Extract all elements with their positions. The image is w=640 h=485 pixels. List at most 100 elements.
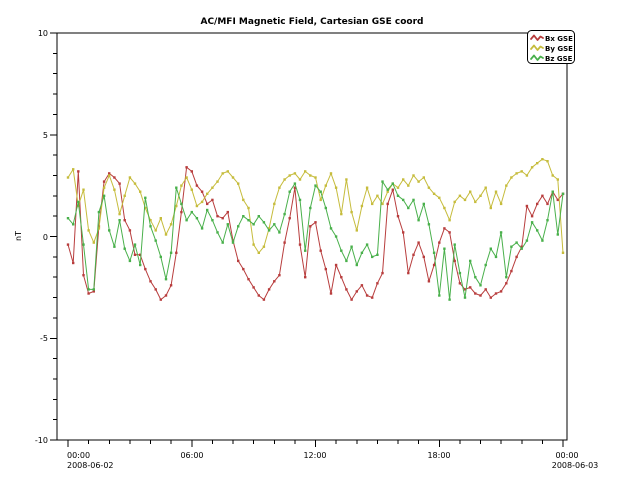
data-point	[191, 211, 193, 213]
data-point	[113, 246, 115, 248]
data-point	[175, 252, 177, 254]
plot-title: AC/MFI Magnetic Field, Cartesian GSE coo…	[200, 17, 423, 27]
data-point	[546, 160, 548, 162]
data-point	[350, 246, 352, 248]
data-point	[356, 264, 358, 266]
magnetic-field-chart: AC/MFI Magnetic Field, Cartesian GSE coo…	[0, 0, 640, 480]
data-point	[87, 229, 89, 231]
data-point	[211, 199, 213, 201]
data-point	[118, 219, 120, 221]
x-tick-label: 12:00	[303, 451, 326, 460]
data-point	[227, 211, 229, 213]
data-point	[149, 280, 151, 282]
data-point	[206, 193, 208, 195]
data-point	[222, 217, 224, 219]
data-point	[397, 195, 399, 197]
data-point	[526, 239, 528, 241]
data-point	[289, 174, 291, 176]
data-point	[185, 176, 187, 178]
data-point	[536, 162, 538, 164]
data-point	[402, 178, 404, 180]
data-point	[87, 288, 89, 290]
data-point	[438, 241, 440, 243]
data-point	[546, 203, 548, 205]
data-point	[495, 256, 497, 258]
data-point	[340, 213, 342, 215]
data-point	[510, 270, 512, 272]
data-point	[479, 195, 481, 197]
data-point	[433, 193, 435, 195]
data-point	[268, 229, 270, 231]
data-point	[294, 172, 296, 174]
data-point	[325, 207, 327, 209]
data-point	[474, 201, 476, 203]
data-point	[113, 176, 115, 178]
data-point	[196, 184, 198, 186]
data-point	[155, 288, 157, 290]
plot-area[interactable]	[57, 33, 567, 440]
data-point	[495, 292, 497, 294]
data-point	[412, 254, 414, 256]
data-point	[309, 207, 311, 209]
plot-window: AC/MFI Magnetic Field, Cartesian GSE coo…	[0, 0, 640, 480]
data-point	[464, 199, 466, 201]
data-point	[191, 170, 193, 172]
data-point	[459, 272, 461, 274]
legend[interactable]: Bx GSE By GSE Bz GSE	[528, 31, 575, 64]
data-point	[185, 219, 187, 221]
data-point	[505, 276, 507, 278]
data-point	[417, 219, 419, 221]
data-point	[93, 288, 95, 290]
data-point	[170, 223, 172, 225]
data-point	[541, 239, 543, 241]
data-point	[180, 184, 182, 186]
data-point	[134, 254, 136, 256]
data-point	[402, 231, 404, 233]
y-axis-label: nT	[14, 231, 23, 241]
data-point	[289, 191, 291, 193]
data-point	[258, 294, 260, 296]
data-point	[423, 203, 425, 205]
data-point	[412, 199, 414, 201]
data-point	[381, 180, 383, 182]
data-point	[433, 264, 435, 266]
data-point	[242, 215, 244, 217]
data-point	[273, 203, 275, 205]
data-point	[485, 264, 487, 266]
data-point	[505, 184, 507, 186]
data-point	[521, 248, 523, 250]
data-point	[227, 170, 229, 172]
data-point	[129, 260, 131, 262]
data-point	[356, 290, 358, 292]
data-point	[397, 215, 399, 217]
data-point	[557, 199, 559, 201]
data-point	[454, 243, 456, 245]
data-point	[443, 207, 445, 209]
data-point	[438, 197, 440, 199]
data-point	[510, 176, 512, 178]
data-point	[232, 176, 234, 178]
data-point	[165, 278, 167, 280]
data-point	[459, 195, 461, 197]
data-point	[196, 217, 198, 219]
data-point	[562, 193, 564, 195]
data-point	[330, 172, 332, 174]
data-point	[191, 189, 193, 191]
data-point	[309, 174, 311, 176]
data-point	[180, 203, 182, 205]
data-point	[237, 182, 239, 184]
data-point	[216, 215, 218, 217]
data-point	[185, 166, 187, 168]
data-point	[335, 187, 337, 189]
data-point	[557, 233, 559, 235]
data-point	[500, 231, 502, 233]
data-point	[160, 298, 162, 300]
data-point	[170, 252, 172, 254]
data-point	[474, 292, 476, 294]
data-point	[428, 280, 430, 282]
data-point	[67, 176, 69, 178]
data-point	[454, 201, 456, 203]
data-point	[423, 176, 425, 178]
data-point	[309, 225, 311, 227]
data-point	[521, 170, 523, 172]
